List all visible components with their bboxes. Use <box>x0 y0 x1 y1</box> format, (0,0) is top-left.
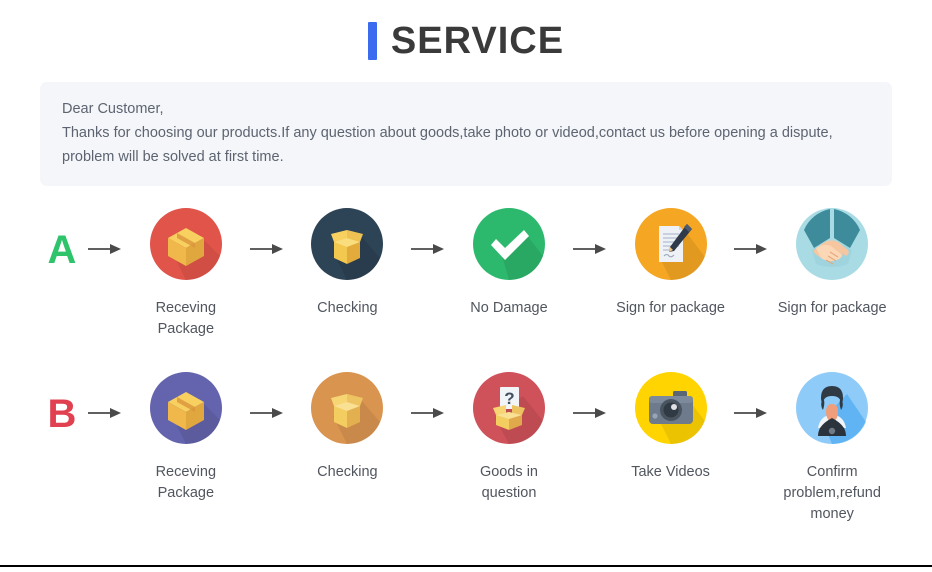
step-label: Sign for package <box>616 300 725 316</box>
step-label: Checking <box>317 300 378 316</box>
question-box-icon: ? <box>469 368 549 448</box>
step-b-4: Take Videos <box>613 368 729 483</box>
camera-icon <box>631 368 711 448</box>
step-label: No Damage <box>470 300 548 316</box>
support-agent-icon <box>792 368 872 448</box>
bottom-divider <box>0 565 932 567</box>
step-label: Confirm problem,refund money <box>783 464 881 522</box>
right-arrow-icon <box>244 204 290 256</box>
right-arrow-icon <box>405 368 451 420</box>
step-b-5: Confirm problem,refund money <box>774 368 890 525</box>
customer-notice: Dear Customer, Thanks for choosing our p… <box>40 82 892 186</box>
right-arrow-icon <box>728 368 774 420</box>
closed-box-icon <box>146 368 226 448</box>
flow-label-b: B <box>47 392 77 436</box>
step-b-3: ? Goods in question <box>451 368 567 504</box>
signed-document-icon <box>631 204 711 284</box>
step-label: Sign for package <box>777 300 887 316</box>
closed-box-icon <box>146 204 226 284</box>
step-a-5: Sign for package <box>774 204 890 319</box>
step-a-4: Sign for package <box>613 204 729 319</box>
right-arrow-icon <box>567 368 613 420</box>
step-label: Receving Package <box>155 464 217 501</box>
step-a-2: Checking <box>290 204 406 319</box>
step-b-2: Checking <box>290 368 406 483</box>
step-label: Checking <box>317 464 378 480</box>
step-b-1: Receving Package <box>128 368 244 504</box>
flow-label-a: A <box>47 228 77 272</box>
notice-greeting: Dear Customer, <box>62 101 164 117</box>
step-label: Receving Package <box>155 300 217 337</box>
right-arrow-icon <box>728 204 774 256</box>
notice-line-2: problem will be solved at first time. <box>62 149 284 165</box>
page-title-text: SERVICE <box>390 20 565 62</box>
title-accent-bar <box>367 22 377 60</box>
right-arrow-icon <box>405 204 451 256</box>
step-a-1: Receving Package <box>128 204 244 340</box>
handshake-icon <box>792 204 872 284</box>
step-label: Take Videos <box>631 464 710 480</box>
check-mark-icon <box>469 204 549 284</box>
right-arrow-icon <box>244 368 290 420</box>
open-box-icon <box>307 368 387 448</box>
right-arrow-icon <box>567 204 613 256</box>
step-a-3: No Damage <box>451 204 567 319</box>
right-arrow-icon <box>82 368 128 420</box>
page-title: SERVICE <box>0 22 932 60</box>
flow-row-a: A Receving Package Checking No Damage Si… <box>0 204 932 340</box>
open-box-icon <box>307 204 387 284</box>
right-arrow-icon <box>82 204 128 256</box>
flow-row-b: B Receving Package Checking ? Goods in q… <box>0 368 932 525</box>
notice-line-1: Thanks for choosing our products.If any … <box>62 125 833 141</box>
step-label: Goods in question <box>479 464 538 501</box>
